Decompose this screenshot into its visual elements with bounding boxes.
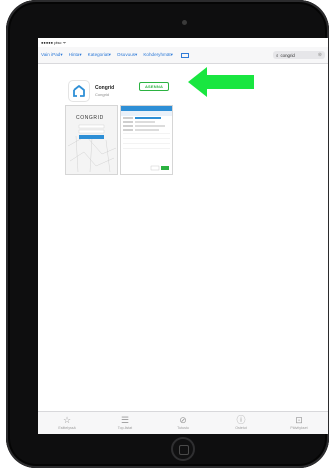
tab-label: Tutustu: [177, 426, 189, 430]
list-view-icon[interactable]: [181, 52, 189, 58]
tab-updates[interactable]: ⊡ Päivitykset: [270, 412, 328, 434]
search-icon: ⌕: [276, 52, 279, 58]
clear-search-icon[interactable]: ⊗: [318, 52, 322, 58]
app-developer: Congrid: [95, 92, 110, 97]
filter-ipad-only[interactable]: Vain iPad▾: [41, 52, 63, 58]
search-input[interactable]: congrid: [280, 53, 294, 58]
tab-purchased[interactable]: ⓘ Ostetut: [212, 412, 270, 434]
app-result-row[interactable]: Congrid Congrid: [68, 80, 114, 102]
tab-label: Päivitykset: [290, 426, 308, 430]
status-bar: ●●●●● ptsc ᯤ: [38, 38, 328, 47]
home-button[interactable]: [171, 437, 195, 461]
tab-featured[interactable]: ☆ Esittelyssä: [38, 412, 96, 434]
tab-bar: ☆ Esittelyssä ☰ Top-listat ⊘ Tutustu ⓘ O…: [38, 411, 328, 434]
camera: [182, 20, 187, 25]
tab-label: Top-listat: [117, 426, 133, 430]
tab-explore[interactable]: ⊘ Tutustu: [154, 412, 212, 434]
carrier-label: ●●●●● ptsc ᯤ: [41, 39, 67, 45]
filter-relevance[interactable]: Osuvuus▾: [117, 52, 137, 58]
filter-audience[interactable]: Kohderyhmät▾: [143, 52, 173, 58]
install-button[interactable]: ASENNA: [139, 82, 169, 91]
arrow-pointer-icon: [188, 67, 254, 97]
ipad-device: ●●●●● ptsc ᯤ Vain iPad▾ Hinta▾ Kategoria…: [6, 0, 329, 468]
app-icon[interactable]: [68, 80, 90, 102]
search-field[interactable]: ⌕ congrid ⊗: [273, 51, 325, 59]
app-screenshot-2[interactable]: [120, 105, 173, 175]
updates-icon: ⊡: [295, 415, 303, 425]
app-store-screen: ●●●●● ptsc ᯤ Vain iPad▾ Hinta▾ Kategoria…: [38, 38, 328, 434]
filter-price[interactable]: Hinta▾: [69, 52, 82, 58]
purchased-icon: ⓘ: [236, 415, 246, 425]
star-icon: ☆: [62, 415, 72, 425]
filter-categories[interactable]: Kategoriat▾: [88, 52, 111, 58]
tab-top-charts[interactable]: ☰ Top-listat: [96, 412, 154, 434]
filter-navbar: Vain iPad▾ Hinta▾ Kategoriat▾ Osuvuus▾ K…: [38, 47, 328, 64]
tab-label: Esittelyssä: [58, 426, 76, 430]
compass-icon: ⊘: [179, 415, 187, 425]
app-screenshot-1[interactable]: CONGRID: [65, 105, 118, 175]
screenshot-logo-text: CONGRID: [76, 115, 104, 121]
tab-label: Ostetut: [235, 426, 247, 430]
screenshot-strip[interactable]: CONGRID: [65, 105, 173, 175]
app-name[interactable]: Congrid: [95, 85, 114, 91]
list-icon: ☰: [120, 415, 130, 425]
